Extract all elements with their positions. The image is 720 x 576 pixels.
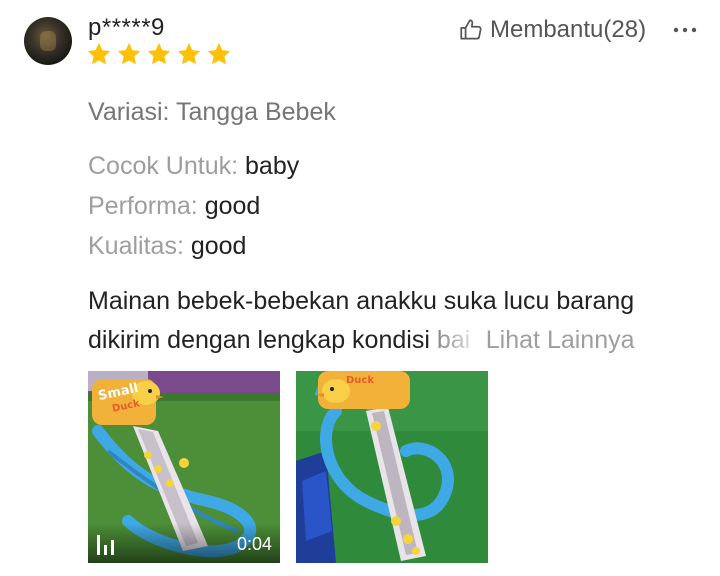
attribute-row-quality: Kualitas: good [88,232,246,261]
product-variation: Variasi: Tangga Bebek [88,98,336,126]
review-photo [296,371,488,563]
star-icon [207,42,231,65]
review-text-line-1: Mainan bebek-bebekan anakku suka lucu ba… [88,287,635,315]
review-video-thumbnail[interactable]: Small Duck 0:04 [88,371,280,563]
volume-bars-icon [97,535,114,555]
attribute-value: baby [245,152,300,180]
more-options-icon [673,27,697,33]
review-text-faded: bai [437,321,479,360]
star-icon [117,42,141,65]
avatar[interactable] [24,17,72,65]
helpful-label: Membantu(28) [490,16,647,43]
thumbs-up-icon [460,19,482,40]
review-text-line-2-body: dikirim dengan lengkap kondisi [88,326,430,354]
helpful-button[interactable]: Membantu(28) [458,16,646,44]
review-text-line-2: dikirim dengan lengkap kondisi bai Lihat… [88,321,708,360]
more-options-button[interactable] [668,16,702,44]
rating-stars [86,41,232,67]
reviewer-username: p*****9 [88,14,165,41]
review-image-thumbnail[interactable]: Duck [296,371,488,563]
attribute-value: good [190,232,247,260]
attribute-label: Kualitas: [88,232,184,260]
attribute-label: Performa: [88,192,198,220]
photo-brand-sublabel: Duck [346,375,374,386]
attribute-row-performance: Performa: good [88,192,260,221]
star-icon [87,42,111,65]
video-overlay-bar: 0:04 [88,523,280,563]
video-duration: 0:04 [236,534,272,554]
star-icon [177,42,201,65]
attribute-value: good [204,192,261,220]
see-more-link[interactable]: Lihat Lainnya [486,326,635,354]
review-text: Mainan bebek-bebekan anakku suka lucu ba… [88,282,708,360]
star-icon [147,42,171,65]
attribute-label: Cocok Untuk: [88,152,239,180]
attribute-row-suitable-for: Cocok Untuk: baby [88,152,299,181]
